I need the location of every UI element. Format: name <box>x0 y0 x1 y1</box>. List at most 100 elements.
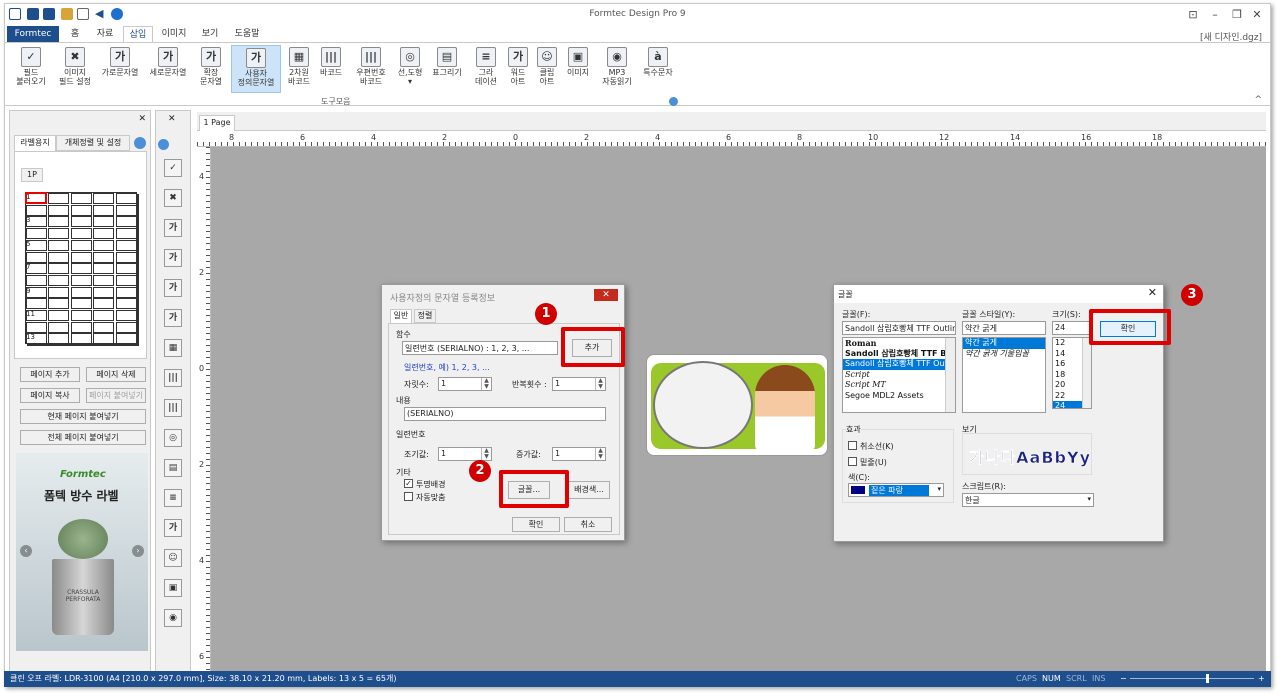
label-cell[interactable] <box>93 251 115 263</box>
ribbon-postal-barcode-button[interactable]: ||| 우편번호 바코드 <box>349 45 393 93</box>
custom-text-tool-icon[interactable]: 가 <box>164 309 182 327</box>
size-field[interactable]: 24 <box>1052 321 1092 335</box>
label-cell[interactable] <box>70 204 92 216</box>
tab-object-align[interactable]: 개체정렬 및 설정 <box>56 135 130 151</box>
tab-data[interactable]: 자료 <box>91 26 119 42</box>
style-field[interactable]: 약간 굵게 <box>962 321 1046 335</box>
label-grid[interactable] <box>25 192 137 345</box>
tab-alignment[interactable]: 정렬 <box>414 309 436 323</box>
label-cell[interactable] <box>26 298 47 310</box>
paste-current-page-button[interactable]: 현재 페이지 붙여넣기 <box>20 409 146 424</box>
zoom-in-icon[interactable]: + <box>1258 671 1265 687</box>
spin-icon[interactable]: ▲ ▼ <box>595 448 605 460</box>
digits-stepper[interactable]: 1 ▲ ▼ <box>438 377 492 391</box>
style-list-item[interactable]: 약간 굵게 기울임꼴 <box>963 349 1045 360</box>
label-cell[interactable] <box>115 228 137 240</box>
repeat-stepper[interactable]: 1 ▲ ▼ <box>552 377 606 391</box>
function-field[interactable]: 일련번호 (SERIALNO) : 1, 2, 3, ... <box>402 341 558 355</box>
label-cell[interactable] <box>115 193 137 204</box>
label-cell[interactable] <box>115 321 137 333</box>
collapse-ribbon-icon[interactable]: ^ <box>1254 95 1262 105</box>
increment-stepper[interactable]: 1 ▲ ▼ <box>552 447 606 461</box>
label-cell[interactable] <box>93 274 115 286</box>
ribbon-vertical-text-button[interactable]: 가 세로문자열 <box>147 45 189 93</box>
ribbon-image-button[interactable]: ▣ 이미지 <box>563 45 593 93</box>
table-tool-icon[interactable]: ▤ <box>164 459 182 477</box>
delete-page-button[interactable]: 페이지 삭제 <box>86 367 146 382</box>
label-preview[interactable] <box>646 354 828 456</box>
label-cell[interactable] <box>48 310 70 321</box>
label-cell[interactable] <box>70 310 92 321</box>
ok-button[interactable]: 확인 <box>512 517 560 532</box>
label-cell[interactable] <box>70 321 92 333</box>
size-list-scrollbar[interactable] <box>1082 338 1091 408</box>
gradation-tool-icon[interactable]: ≡ <box>164 489 182 507</box>
color-select[interactable]: 짙은 파랑 ▾ <box>848 483 944 497</box>
image-tool-icon[interactable]: ▣ <box>164 579 182 597</box>
panel-close-icon[interactable]: ✕ <box>138 114 146 124</box>
font-list-item[interactable]: Script <box>843 370 955 381</box>
label-cell[interactable] <box>70 193 92 204</box>
label-cell[interactable] <box>93 228 115 240</box>
label-cell[interactable] <box>48 333 70 345</box>
label-cell[interactable] <box>70 274 92 286</box>
spin-icon[interactable]: ▲ ▼ <box>595 378 605 390</box>
wordart-tool-icon[interactable]: 가 <box>164 519 182 537</box>
font-list-item[interactable]: Roman <box>843 338 955 349</box>
label-cell[interactable] <box>93 321 115 333</box>
tab-formtec[interactable]: Formtec <box>7 26 59 42</box>
transparent-checkbox[interactable]: ✓ <box>404 479 413 488</box>
underline-checkbox[interactable] <box>848 457 857 466</box>
label-cell[interactable] <box>93 216 115 228</box>
label-cell[interactable] <box>26 321 47 333</box>
label-cell[interactable] <box>70 263 92 275</box>
ribbon-horizontal-text-button[interactable]: 가 가로문자열 <box>99 45 141 93</box>
copy-page-button[interactable]: 페이지 복사 <box>20 388 80 403</box>
label-cell[interactable] <box>93 263 115 275</box>
zoom-out-icon[interactable]: − <box>1120 671 1127 687</box>
ribbon-mp3-button[interactable]: ◉ MP3 자동읽기 <box>597 45 637 93</box>
label-cell[interactable] <box>26 251 47 263</box>
ribbon-image-field-button[interactable]: ✖ 이미지 필드 설정 <box>55 45 95 93</box>
label-cell[interactable] <box>26 204 47 216</box>
zoom-slider[interactable] <box>1130 678 1254 679</box>
tab-insert[interactable]: 삽입 <box>123 26 153 42</box>
tab-page-1[interactable]: 1 Page <box>199 115 235 131</box>
style-list[interactable]: 약간 굵게 약간 굵게 기울임꼴 <box>962 337 1046 413</box>
ribbon-gradation-button[interactable]: ≡ 그라 데이션 <box>471 45 501 93</box>
label-cell[interactable] <box>70 239 92 251</box>
label-cell[interactable] <box>93 298 115 310</box>
label-cell[interactable] <box>115 298 137 310</box>
ribbon-2d-barcode-button[interactable]: ▦ 2차원 바코드 <box>285 45 313 93</box>
label-cell[interactable] <box>93 193 115 204</box>
label-cell[interactable] <box>115 239 137 251</box>
tab-view[interactable]: 보기 <box>197 26 223 42</box>
qr-code-tool-icon[interactable]: ▦ <box>164 339 182 357</box>
label-cell[interactable] <box>26 274 47 286</box>
horizontal-text-tool-icon[interactable]: 가 <box>164 219 182 237</box>
label-cell[interactable] <box>48 251 70 263</box>
font-list-item[interactable]: Sandoll 삼립호빵체 TTF Outline <box>843 359 955 370</box>
label-cell[interactable] <box>48 204 70 216</box>
label-cell[interactable] <box>48 216 70 228</box>
field-load-tool-icon[interactable]: ✓ <box>164 159 182 177</box>
ribbon-shapes-button[interactable]: ◎ 선,도형 ▾ <box>395 45 425 93</box>
minimize-icon[interactable]: – <box>1204 7 1226 23</box>
shapes-tool-icon[interactable]: ◎ <box>164 429 182 447</box>
panel-nav-icon[interactable] <box>134 137 146 149</box>
label-cell[interactable] <box>48 239 70 251</box>
spin-icon[interactable]: ▲ ▼ <box>481 448 491 460</box>
ad-prev-icon[interactable]: ‹ <box>20 545 32 557</box>
label-cell[interactable] <box>115 310 137 321</box>
autofit-checkbox[interactable] <box>404 492 413 501</box>
label-cell[interactable] <box>70 216 92 228</box>
font-list-scrollbar[interactable] <box>945 338 955 412</box>
label-cell[interactable] <box>48 263 70 275</box>
tab-image[interactable]: 이미지 <box>157 26 191 42</box>
font-list-item[interactable]: Script MT <box>843 380 955 391</box>
selected-label-cell[interactable] <box>25 192 47 204</box>
label-cell[interactable] <box>70 286 92 298</box>
label-cell[interactable] <box>93 333 115 345</box>
ribbon-special-char-button[interactable]: à 특수문자 <box>639 45 677 93</box>
label-cell[interactable] <box>115 216 137 228</box>
